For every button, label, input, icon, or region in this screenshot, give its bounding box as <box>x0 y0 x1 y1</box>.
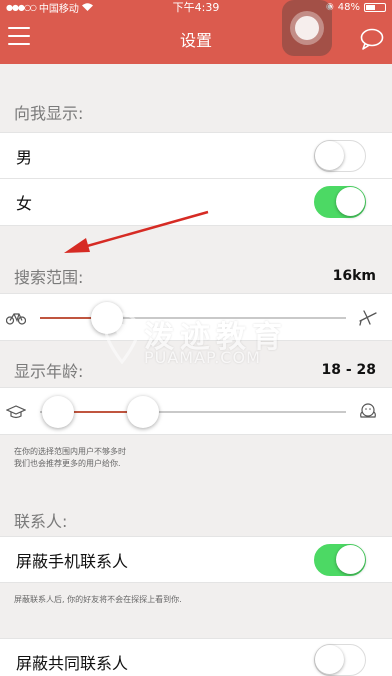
watermark: 泼迹教育 PUAMAP.COM <box>104 312 304 372</box>
female-label: 女 <box>16 194 33 213</box>
assistive-touch-button[interactable] <box>282 0 332 56</box>
age-min-thumb[interactable] <box>42 396 74 428</box>
status-time: 下午4:39 <box>172 1 220 14</box>
female-toggle[interactable] <box>314 186 366 218</box>
age-range-header: 显示年龄: <box>14 362 84 381</box>
block-common-contacts-toggle[interactable] <box>314 644 366 676</box>
battery-icon <box>364 2 386 12</box>
search-range-header: 搜索范围: <box>14 268 84 287</box>
airplane-icon <box>359 310 377 326</box>
wifi-icon <box>81 3 93 11</box>
block-phone-contacts-row: 屏蔽手机联系人 <box>0 536 392 583</box>
search-range-value: 16km <box>332 268 376 284</box>
bicycle-icon <box>6 313 26 325</box>
male-toggle[interactable] <box>314 140 366 172</box>
status-bar: ●●●○○ 中国移动 下午4:39 ◉ 48% <box>0 0 392 15</box>
block-phone-note: 屏蔽联系人后, 你的好友将不会在探探上看到你. <box>14 595 182 604</box>
block-phone-contacts-toggle[interactable] <box>314 544 366 576</box>
block-common-contacts-row: 屏蔽共同联系人 <box>0 638 392 676</box>
contacts-header: 联系人: <box>14 512 68 531</box>
show-to-me-header: 向我显示: <box>14 104 84 123</box>
battery-percent: 48% <box>337 1 360 13</box>
elder-icon <box>360 403 376 418</box>
age-max-thumb[interactable] <box>127 396 159 428</box>
annotation-arrow <box>64 210 209 253</box>
age-range-slider-row <box>0 387 392 435</box>
graduation-cap-icon <box>6 405 26 419</box>
map-pin-icon <box>104 312 140 364</box>
chat-icon[interactable] <box>360 28 384 50</box>
page-title: 设置 <box>179 31 212 50</box>
navigation-bar: 设置 <box>0 14 392 64</box>
block-phone-contacts-label: 屏蔽手机联系人 <box>16 551 129 571</box>
block-common-contacts-label: 屏蔽共同联系人 <box>16 654 129 673</box>
age-note-line1: 在你的选择范围内用户不够多时 <box>14 447 126 456</box>
age-range-note: 在你的选择范围内用户不够多时 我们也会推荐更多的用户给你. <box>14 446 126 470</box>
male-label: 男 <box>16 147 33 167</box>
menu-icon[interactable] <box>8 27 30 45</box>
watermark-sub: PUAMAP.COM <box>144 348 261 367</box>
age-note-line2: 我们也会推荐更多的用户给你. <box>14 459 121 468</box>
carrier-label: 中国移动 <box>38 3 79 15</box>
male-row: 男 <box>0 132 392 179</box>
age-range-value: 18 - 28 <box>321 362 376 378</box>
signal-icon: ●●●○○ <box>6 2 37 12</box>
